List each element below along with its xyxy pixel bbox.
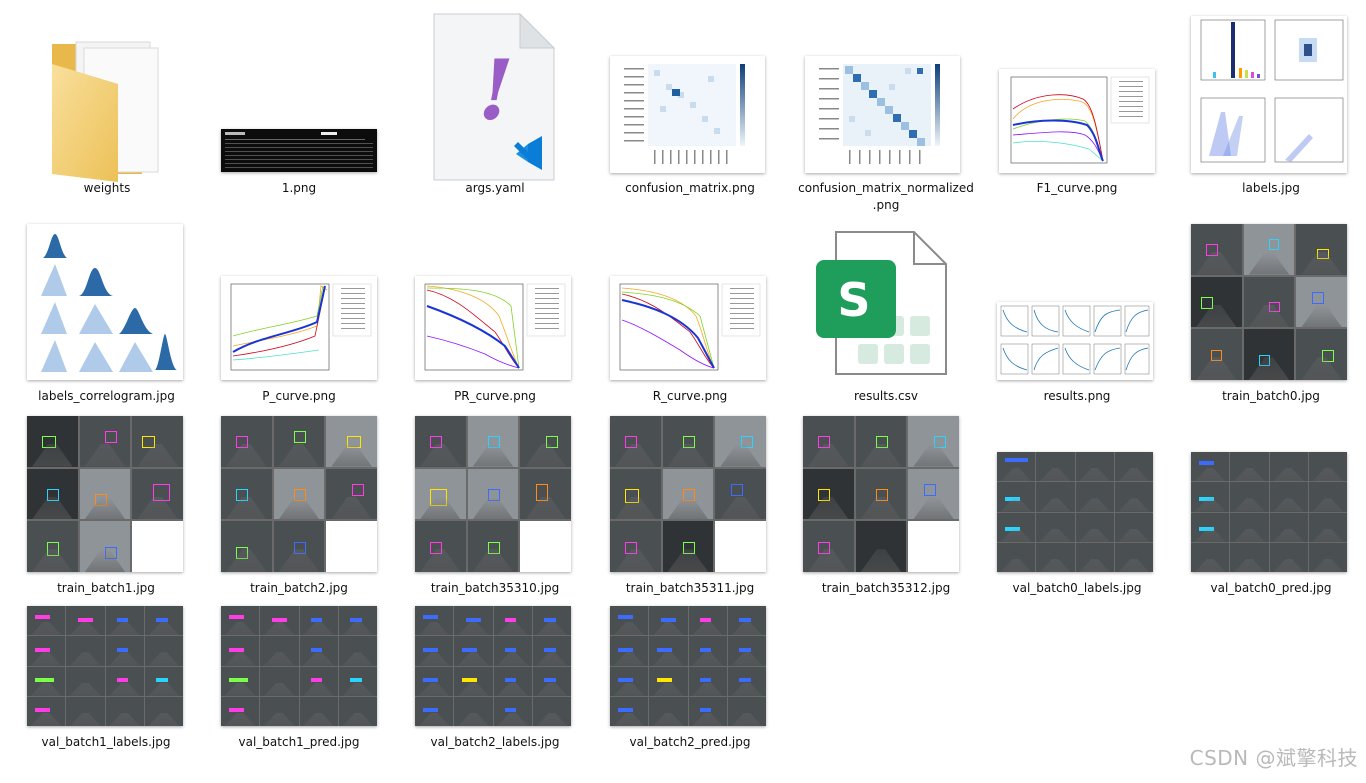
file-name: PR_curve.png: [454, 389, 536, 403]
file-name: val_batch0_labels.jpg: [1012, 581, 1142, 595]
mosaic-thumbnail: [803, 416, 959, 572]
file-1-png[interactable]: 1.png: [214, 16, 384, 216]
file-p-curve[interactable]: P_curve.png: [214, 224, 384, 414]
file-train-batch2[interactable]: train_batch2.jpg: [214, 414, 384, 600]
file-weights[interactable]: weights: [28, 16, 186, 216]
file-name: train_batch35312.jpg: [821, 581, 951, 595]
mosaic-thumbnail: [27, 416, 183, 572]
yaml-exclamation-icon: !: [478, 43, 514, 139]
file-val-batch2-pred[interactable]: val_batch2_pred.jpg: [605, 600, 775, 760]
file-name: confusion_matrix.png: [625, 181, 755, 195]
file-val-batch1-labels[interactable]: val_batch1_labels.jpg: [20, 600, 192, 760]
file-name: labels_correlogram.jpg: [38, 389, 175, 403]
mosaic-thumbnail: [415, 606, 571, 726]
mosaic-thumbnail: [1191, 224, 1347, 380]
file-r-curve[interactable]: R_curve.png: [605, 224, 775, 414]
file-name: labels.jpg: [1242, 181, 1300, 195]
file-confusion-matrix[interactable]: confusion_matrix.png: [605, 16, 775, 216]
folder-icon: [52, 41, 159, 182]
file-name: train_batch35311.jpg: [625, 581, 755, 595]
file-name: results.png: [1043, 389, 1111, 403]
file-train-batch1[interactable]: train_batch1.jpg: [20, 414, 192, 600]
file-train-batch0[interactable]: train_batch0.jpg: [1186, 224, 1356, 414]
file-confusion-matrix-normalized[interactable]: confusion_matrix_normalized .png: [796, 16, 976, 216]
file-results-csv[interactable]: S results.csv: [796, 224, 976, 414]
file-name: val_batch2_pred.jpg: [629, 735, 751, 749]
mosaic-thumbnail: [610, 606, 766, 726]
terminal-thumbnail: [221, 129, 377, 172]
file-labels[interactable]: labels.jpg: [1186, 16, 1356, 216]
correlogram-thumbnail: [27, 224, 183, 380]
results-thumbnail: [997, 302, 1153, 380]
confusion-matrix-normalized-thumbnail: [805, 56, 960, 173]
r-curve-thumbnail: [610, 276, 766, 380]
file-name: F1_curve.png: [1036, 181, 1118, 195]
mosaic-thumbnail: [415, 416, 571, 572]
file-labels-correlogram[interactable]: labels_correlogram.jpg: [14, 224, 199, 414]
file-val-batch2-labels[interactable]: val_batch2_labels.jpg: [410, 600, 580, 760]
mosaic-thumbnail: [610, 416, 766, 572]
p-curve-thumbnail: [221, 276, 377, 380]
file-train-batch35312[interactable]: train_batch35312.jpg: [796, 414, 976, 600]
file-pr-curve[interactable]: PR_curve.png: [410, 224, 580, 414]
file-name: train_batch0.jpg: [1222, 389, 1320, 403]
file-name: P_curve.png: [262, 389, 336, 403]
sheets-letter-icon: S: [837, 273, 871, 327]
labels-thumbnail: [1191, 16, 1347, 173]
file-f1-curve[interactable]: F1_curve.png: [992, 16, 1162, 216]
mosaic-thumbnail: [221, 416, 377, 572]
file-train-batch35311[interactable]: train_batch35311.jpg: [605, 414, 775, 600]
file-name: results.csv: [854, 389, 918, 403]
file-val-batch0-pred[interactable]: val_batch0_pred.jpg: [1186, 414, 1356, 600]
file-name: val_batch2_labels.jpg: [430, 735, 560, 749]
file-name: val_batch1_pred.jpg: [238, 735, 360, 749]
file-args-yaml[interactable]: ! args.yaml: [410, 8, 580, 218]
file-name: args.yaml: [465, 181, 525, 195]
file-name: confusion_matrix_normalized .png: [798, 181, 974, 212]
file-val-batch1-pred[interactable]: val_batch1_pred.jpg: [214, 600, 384, 760]
mosaic-thumbnail: [221, 606, 377, 726]
file-name: val_batch1_labels.jpg: [41, 735, 171, 749]
pr-curve-thumbnail: [415, 276, 571, 380]
file-train-batch35310[interactable]: train_batch35310.jpg: [410, 414, 580, 600]
file-name: train_batch1.jpg: [57, 581, 155, 595]
file-name: train_batch2.jpg: [250, 581, 348, 595]
csdn-watermark: CSDN @斌擎科技: [1189, 746, 1358, 770]
file-name: train_batch35310.jpg: [430, 581, 560, 595]
mosaic-thumbnail: [1191, 452, 1347, 572]
file-name: val_batch0_pred.jpg: [1210, 581, 1332, 595]
file-results-png[interactable]: results.png: [992, 224, 1162, 414]
mosaic-thumbnail: [27, 606, 183, 726]
file-name: R_curve.png: [652, 389, 728, 403]
confusion-matrix-thumbnail: [610, 56, 765, 173]
file-val-batch0-labels[interactable]: val_batch0_labels.jpg: [992, 414, 1162, 600]
file-name: weights: [83, 181, 131, 195]
f1-curve-thumbnail: [999, 69, 1155, 173]
file-name: 1.png: [281, 181, 317, 195]
mosaic-thumbnail: [997, 452, 1153, 572]
